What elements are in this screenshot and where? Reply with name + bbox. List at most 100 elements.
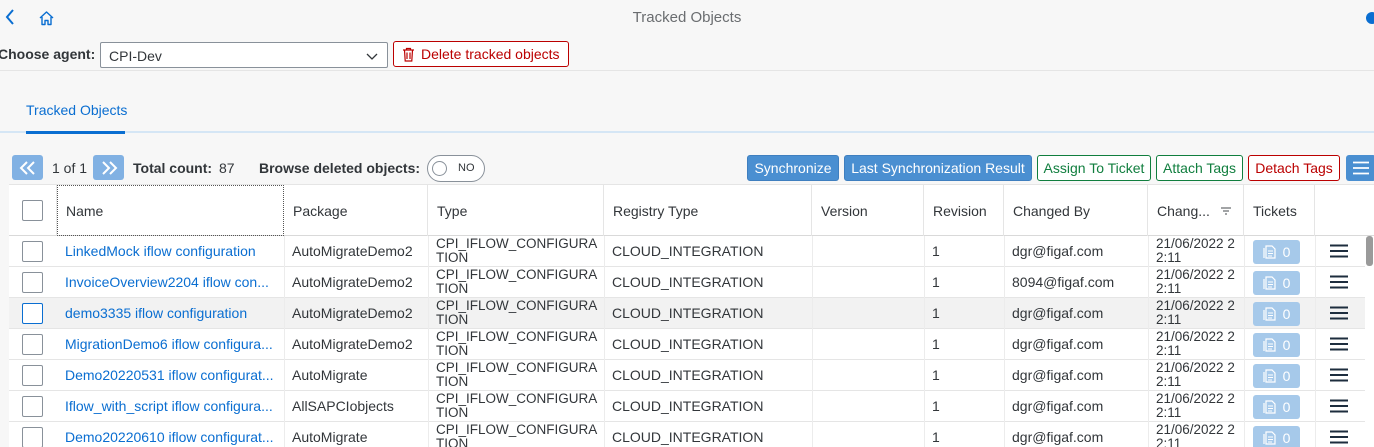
last-sync-result-button[interactable]: Last Synchronization Result [844,155,1032,181]
agent-select-value: CPI-Dev [109,48,162,64]
tickets-button[interactable]: 0 [1253,426,1300,447]
row-select-checkbox[interactable] [22,303,43,324]
row-select-checkbox[interactable] [22,427,43,447]
table-row[interactable]: LinkedMock iflow configuration AutoMigrat… [9,236,1365,267]
first-page-button[interactable] [12,155,43,180]
cell-name[interactable]: Demo20220531 iflow configurat... [65,360,280,391]
cell-version [812,298,924,329]
cell-type: CPI_IFLOW_CONFIGURATION [436,360,598,389]
column-header-registry-type[interactable]: Registry Type [604,185,812,236]
document-icon [1262,338,1276,352]
cell-changed-by: 8094@figaf.com [1012,274,1115,290]
cell-package: AllSAPCIobjects [292,398,394,414]
cell-name[interactable]: Demo20220610 iflow configurat... [65,422,280,447]
table-row[interactable]: InvoiceOverview2204 iflow con... AutoMigr… [9,267,1365,298]
column-divider [1315,236,1316,447]
row-select-checkbox[interactable] [22,272,43,293]
cell-version [812,391,924,422]
tickets-count: 0 [1282,430,1291,446]
cell-registry-type: CLOUD_INTEGRATION [612,243,764,259]
help-icon[interactable] [1366,12,1374,24]
menu-icon [1353,161,1369,175]
browse-deleted-toggle[interactable]: NO [427,155,485,182]
select-all-checkbox[interactable] [22,200,43,221]
total-count-value: 87 [219,160,235,176]
table-row[interactable]: Iflow_with_script iflow configura... AllS… [9,391,1365,422]
menu-icon [1330,368,1348,382]
tickets-count: 0 [1282,337,1291,353]
table-row[interactable]: MigrationDemo6 iflow configura... AutoMig… [9,329,1365,360]
cell-version [812,267,924,298]
detach-tags-button[interactable]: Detach Tags [1248,155,1340,181]
cell-registry-type: CLOUD_INTEGRATION [612,398,764,414]
tab-tracked-objects[interactable]: Tracked Objects [26,102,127,118]
row-actions-button[interactable] [1330,337,1348,351]
cell-changed-by: dgr@figaf.com [1012,429,1104,445]
column-header-actions [1315,185,1374,236]
column-header-changed-by[interactable]: Changed By [1004,185,1148,236]
column-header-type[interactable]: Type [428,185,604,236]
toolbar-menu-button[interactable] [1346,155,1374,181]
row-select-checkbox[interactable] [22,396,43,417]
column-divider [924,236,925,447]
cell-changed: 21/06/2022 22:11 [1156,329,1235,358]
synchronize-button[interactable]: Synchronize [747,155,839,181]
cell-name[interactable]: demo3335 iflow configuration [65,298,280,329]
tickets-button[interactable]: 0 [1253,240,1300,264]
table-scrollbar[interactable] [1366,236,1373,266]
table-row[interactable]: demo3335 iflow configuration AutoMigrateD… [9,298,1365,329]
column-header-package[interactable]: Package [284,185,428,236]
tickets-button[interactable]: 0 [1253,395,1300,419]
tickets-count: 0 [1282,275,1291,291]
column-header-changed[interactable]: Chang... [1148,185,1244,236]
column-header-package-label: Package [293,202,348,219]
last-page-button[interactable] [93,155,124,180]
column-header-name[interactable]: Name [57,185,284,236]
column-divider [1148,236,1149,447]
total-count-label: Total count: [133,160,213,176]
agent-select[interactable]: CPI-Dev [100,42,388,68]
cell-revision: 1 [932,367,940,383]
cell-type: CPI_IFLOW_CONFIGURATION [436,298,598,327]
row-actions-button[interactable] [1330,368,1348,382]
tickets-button[interactable]: 0 [1253,271,1300,295]
column-header-name-label: Name [66,202,104,219]
row-actions-button[interactable] [1330,306,1348,320]
document-icon [1262,276,1276,290]
cell-registry-type: CLOUD_INTEGRATION [612,274,764,290]
column-header-version[interactable]: Version [812,185,924,236]
attach-tags-button[interactable]: Attach Tags [1156,155,1243,181]
cell-changed-by: dgr@figaf.com [1012,305,1104,321]
cell-name[interactable]: MigrationDemo6 iflow configura... [65,329,280,360]
row-actions-button[interactable] [1330,399,1348,413]
cell-package: AutoMigrateDemo2 [292,243,413,259]
tickets-button[interactable]: 0 [1253,364,1300,388]
column-divider [428,236,429,447]
cell-name[interactable]: LinkedMock iflow configuration [65,236,280,267]
row-select-checkbox[interactable] [22,241,43,262]
cell-changed: 21/06/2022 22:11 [1156,360,1235,389]
cell-name[interactable]: Iflow_with_script iflow configura... [65,391,280,422]
row-select-checkbox[interactable] [22,334,43,355]
delete-tracked-objects-button[interactable]: Delete tracked objects [393,41,569,67]
cell-revision: 1 [932,336,940,352]
tickets-button[interactable]: 0 [1253,333,1300,357]
row-select-checkbox[interactable] [22,365,43,386]
tickets-button[interactable]: 0 [1253,302,1300,326]
row-actions-button[interactable] [1330,244,1348,258]
column-header-tickets[interactable]: Tickets [1244,185,1315,236]
tab-selected-indicator [26,131,125,134]
cell-name[interactable]: InvoiceOverview2204 iflow con... [65,267,280,298]
cell-registry-type: CLOUD_INTEGRATION [612,305,764,321]
assign-to-ticket-button[interactable]: Assign To Ticket [1037,155,1151,181]
row-actions-button[interactable] [1330,275,1348,289]
select-all-header [9,185,57,236]
column-header-revision[interactable]: Revision [924,185,1004,236]
row-actions-button[interactable] [1330,430,1348,444]
table-row[interactable]: Demo20220610 iflow configurat... AutoMigr… [9,422,1365,447]
tab-bar: Tracked Objects [0,70,1374,134]
table-row[interactable]: Demo20220531 iflow configurat... AutoMigr… [9,360,1365,391]
cell-type: CPI_IFLOW_CONFIGURATION [436,236,598,265]
column-header-changed-by-label: Changed By [1013,202,1091,219]
page-info: 1 of 1 [52,160,88,176]
